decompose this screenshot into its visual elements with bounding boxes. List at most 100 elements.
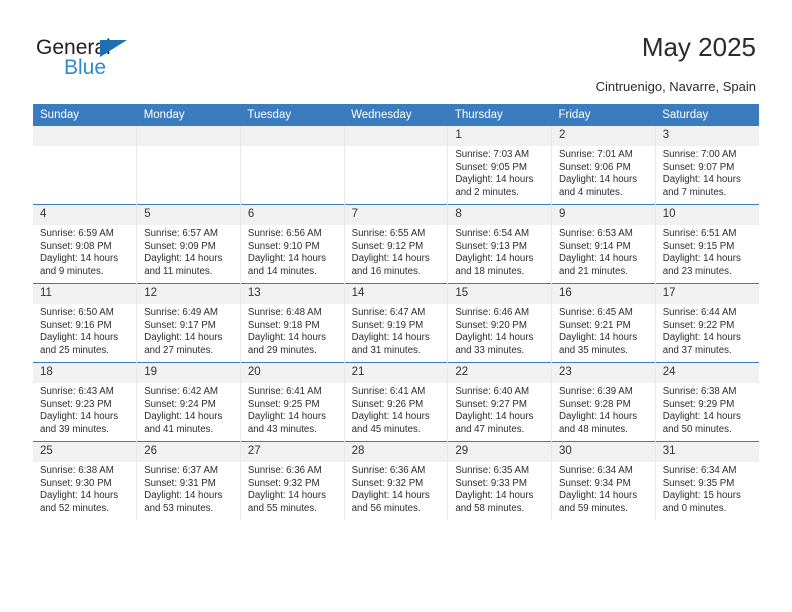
daylight-duration-minutes: and 33 minutes.	[455, 344, 525, 356]
weekday-header-wednesday: Wednesday	[344, 104, 448, 126]
calendar-day-cell[interactable]: 27 Sunrise: 6:36 AM Sunset: 9:32 PM Dayligh…	[239, 441, 345, 520]
daylight-duration-minutes: and 53 minutes.	[144, 502, 214, 514]
daylight-duration-minutes: and 35 minutes.	[559, 344, 628, 356]
day-number: 29	[448, 442, 552, 462]
daylight-duration-minutes: and 4 minutes.	[559, 186, 623, 198]
day-sun-info: Sunrise: 6:41 AM Sunset: 9:26 PM Daylight:…	[345, 383, 448, 436]
day-sun-info: Sunrise: 7:03 AM Sunset: 9:05 PM Daylight:…	[448, 146, 551, 199]
daylight-duration-minutes: and 47 minutes.	[455, 423, 525, 435]
calendar-day-cell[interactable]: 29 Sunrise: 6:35 AM Sunset: 9:33 PM Dayligh…	[447, 441, 552, 520]
calendar-day-cell-empty	[343, 126, 448, 205]
day-sun-info: Sunrise: 6:36 AM Sunset: 9:32 PM Daylight:…	[241, 462, 344, 515]
day-sun-info: Sunrise: 6:44 AM Sunset: 9:22 PM Daylight:…	[656, 304, 759, 357]
day-sun-info: Sunrise: 6:53 AM Sunset: 9:14 PM Daylight:…	[552, 225, 655, 278]
daylight-duration-minutes: and 7 minutes.	[662, 186, 727, 198]
calendar-day-cell-empty	[239, 126, 345, 205]
day-number: 21	[344, 363, 448, 383]
calendar-day-cell[interactable]: 4 Sunrise: 6:59 AM Sunset: 9:08 PM Daylight…	[33, 204, 137, 284]
daylight-duration-minutes: and 58 minutes.	[455, 502, 525, 514]
calendar-day-cell[interactable]: 26 Sunrise: 6:37 AM Sunset: 9:31 PM Dayligh…	[136, 441, 241, 520]
sunrise-time: Sunrise: 6:34 AM	[662, 465, 737, 476]
calendar-week-row: 4 Sunrise: 6:59 AM Sunset: 9:08 PM Daylight…	[33, 204, 759, 284]
day-number: 14	[344, 284, 448, 304]
daylight-duration-minutes: and 39 minutes.	[40, 423, 109, 435]
weekday-header-saturday: Saturday	[655, 104, 759, 126]
calendar-day-cell[interactable]: 10 Sunrise: 6:51 AM Sunset: 9:15 PM Dayligh…	[654, 204, 759, 284]
calendar-day-cell[interactable]: 25 Sunrise: 6:38 AM Sunset: 9:30 PM Dayligh…	[33, 441, 137, 520]
day-sun-info: Sunrise: 6:57 AM Sunset: 9:09 PM Daylight:…	[137, 225, 240, 278]
day-number: 24	[655, 363, 759, 383]
daylight-duration-minutes: and 9 minutes.	[40, 265, 104, 277]
calendar-day-cell[interactable]: 6 Sunrise: 6:56 AM Sunset: 9:10 PM Daylight…	[239, 204, 345, 284]
daylight-duration-hours: Daylight: 14 hours	[144, 332, 223, 344]
daylight-duration-hours: Daylight: 14 hours	[662, 411, 741, 423]
sunset-time: Sunset: 9:18 PM	[247, 319, 320, 331]
daylight-duration-hours: Daylight: 14 hours	[559, 253, 638, 265]
calendar-page: General Blue May 2025 Cintruenigo, Navar…	[0, 0, 792, 612]
daylight-duration-hours: Daylight: 15 hours	[662, 490, 741, 502]
daylight-duration-hours: Daylight: 14 hours	[455, 253, 534, 265]
calendar-day-cell[interactable]: 15 Sunrise: 6:46 AM Sunset: 9:20 PM Dayligh…	[447, 283, 552, 363]
calendar-day-cell[interactable]: 7 Sunrise: 6:55 AM Sunset: 9:12 PM Daylight…	[343, 204, 448, 284]
day-sun-info: Sunrise: 6:59 AM Sunset: 9:08 PM Daylight:…	[33, 225, 136, 278]
sunrise-time: Sunrise: 6:45 AM	[559, 307, 633, 318]
calendar-day-cell[interactable]: 9 Sunrise: 6:53 AM Sunset: 9:14 PM Daylight…	[551, 204, 656, 284]
sunrise-time: Sunrise: 6:55 AM	[351, 228, 426, 239]
calendar-day-cell[interactable]: 24 Sunrise: 6:38 AM Sunset: 9:29 PM Dayligh…	[654, 362, 759, 442]
calendar-day-cell[interactable]: 20 Sunrise: 6:41 AM Sunset: 9:25 PM Dayligh…	[239, 362, 345, 442]
day-number: 27	[240, 442, 344, 462]
calendar-day-cell[interactable]: 1 Sunrise: 7:03 AM Sunset: 9:05 PM Daylight…	[447, 126, 552, 205]
sunset-time: Sunset: 9:05 PM	[455, 161, 527, 173]
daylight-duration-minutes: and 50 minutes.	[662, 423, 732, 435]
sunset-time: Sunset: 9:34 PM	[559, 477, 631, 489]
day-sun-info: Sunrise: 6:42 AM Sunset: 9:24 PM Daylight:…	[137, 383, 240, 436]
calendar-day-cell[interactable]: 30 Sunrise: 6:34 AM Sunset: 9:34 PM Dayligh…	[551, 441, 656, 520]
daylight-duration-hours: Daylight: 14 hours	[40, 490, 119, 502]
calendar-day-cell[interactable]: 5 Sunrise: 6:57 AM Sunset: 9:09 PM Daylight…	[136, 204, 241, 284]
calendar-day-cell[interactable]: 19 Sunrise: 6:42 AM Sunset: 9:24 PM Dayligh…	[136, 362, 241, 442]
daylight-duration-minutes: and 25 minutes.	[40, 344, 109, 356]
daylight-duration-minutes: and 52 minutes.	[40, 502, 109, 514]
calendar-day-cell-empty	[33, 126, 137, 205]
day-number: 15	[448, 284, 552, 304]
sunset-time: Sunset: 9:17 PM	[144, 319, 216, 331]
sunrise-time: Sunrise: 6:59 AM	[40, 228, 114, 239]
calendar-day-cell[interactable]: 2 Sunrise: 7:01 AM Sunset: 9:06 PM Daylight…	[551, 126, 656, 205]
calendar-day-cell[interactable]: 11 Sunrise: 6:50 AM Sunset: 9:16 PM Dayligh…	[33, 283, 137, 363]
daylight-duration-hours: Daylight: 14 hours	[455, 490, 534, 502]
sunrise-time: Sunrise: 6:41 AM	[247, 386, 322, 397]
calendar-day-cell[interactable]: 16 Sunrise: 6:45 AM Sunset: 9:21 PM Dayligh…	[551, 283, 656, 363]
daylight-duration-hours: Daylight: 14 hours	[559, 490, 638, 502]
daylight-duration-hours: Daylight: 14 hours	[247, 253, 326, 265]
sunrise-time: Sunrise: 6:35 AM	[455, 465, 530, 476]
weekday-header-sunday: Sunday	[33, 104, 137, 126]
calendar-day-cell[interactable]: 21 Sunrise: 6:41 AM Sunset: 9:26 PM Dayligh…	[343, 362, 448, 442]
daylight-duration-hours: Daylight: 14 hours	[351, 332, 430, 344]
daylight-duration-hours: Daylight: 14 hours	[662, 253, 741, 265]
sunset-time: Sunset: 9:21 PM	[559, 319, 631, 331]
calendar-day-cell[interactable]: 28 Sunrise: 6:36 AM Sunset: 9:32 PM Dayligh…	[343, 441, 448, 520]
calendar-day-cell[interactable]: 13 Sunrise: 6:48 AM Sunset: 9:18 PM Dayligh…	[239, 283, 345, 363]
calendar-day-cell[interactable]: 22 Sunrise: 6:40 AM Sunset: 9:27 PM Dayligh…	[447, 362, 552, 442]
day-number	[240, 126, 344, 146]
calendar-day-cell[interactable]: 31 Sunrise: 6:34 AM Sunset: 9:35 PM Dayligh…	[654, 441, 759, 520]
day-number: 23	[552, 363, 655, 383]
calendar-week-row: 11 Sunrise: 6:50 AM Sunset: 9:16 PM Dayligh…	[33, 283, 759, 363]
calendar-day-cell[interactable]: 3 Sunrise: 7:00 AM Sunset: 9:07 PM Daylight…	[654, 126, 759, 205]
calendar-day-cell[interactable]: 17 Sunrise: 6:44 AM Sunset: 9:22 PM Dayligh…	[654, 283, 759, 363]
calendar-day-cell[interactable]: 23 Sunrise: 6:39 AM Sunset: 9:28 PM Dayligh…	[551, 362, 656, 442]
calendar-day-cell[interactable]: 12 Sunrise: 6:49 AM Sunset: 9:17 PM Dayligh…	[136, 283, 241, 363]
day-sun-info: Sunrise: 6:40 AM Sunset: 9:27 PM Daylight:…	[448, 383, 551, 436]
day-sun-info: Sunrise: 6:38 AM Sunset: 9:30 PM Daylight:…	[33, 462, 136, 515]
calendar-day-cell[interactable]: 18 Sunrise: 6:43 AM Sunset: 9:23 PM Dayligh…	[33, 362, 137, 442]
sunrise-time: Sunrise: 6:36 AM	[351, 465, 426, 476]
day-sun-info: Sunrise: 6:43 AM Sunset: 9:23 PM Daylight:…	[33, 383, 136, 436]
weekday-header-monday: Monday	[136, 104, 241, 126]
day-sun-info: Sunrise: 6:50 AM Sunset: 9:16 PM Daylight:…	[33, 304, 136, 357]
calendar-day-cell[interactable]: 8 Sunrise: 6:54 AM Sunset: 9:13 PM Daylight…	[447, 204, 552, 284]
weekday-header-tuesday: Tuesday	[240, 104, 345, 126]
calendar-day-cell[interactable]: 14 Sunrise: 6:47 AM Sunset: 9:19 PM Dayligh…	[343, 283, 448, 363]
day-number: 26	[137, 442, 240, 462]
calendar-day-cell-empty	[136, 126, 241, 205]
daylight-duration-hours: Daylight: 14 hours	[455, 174, 534, 186]
